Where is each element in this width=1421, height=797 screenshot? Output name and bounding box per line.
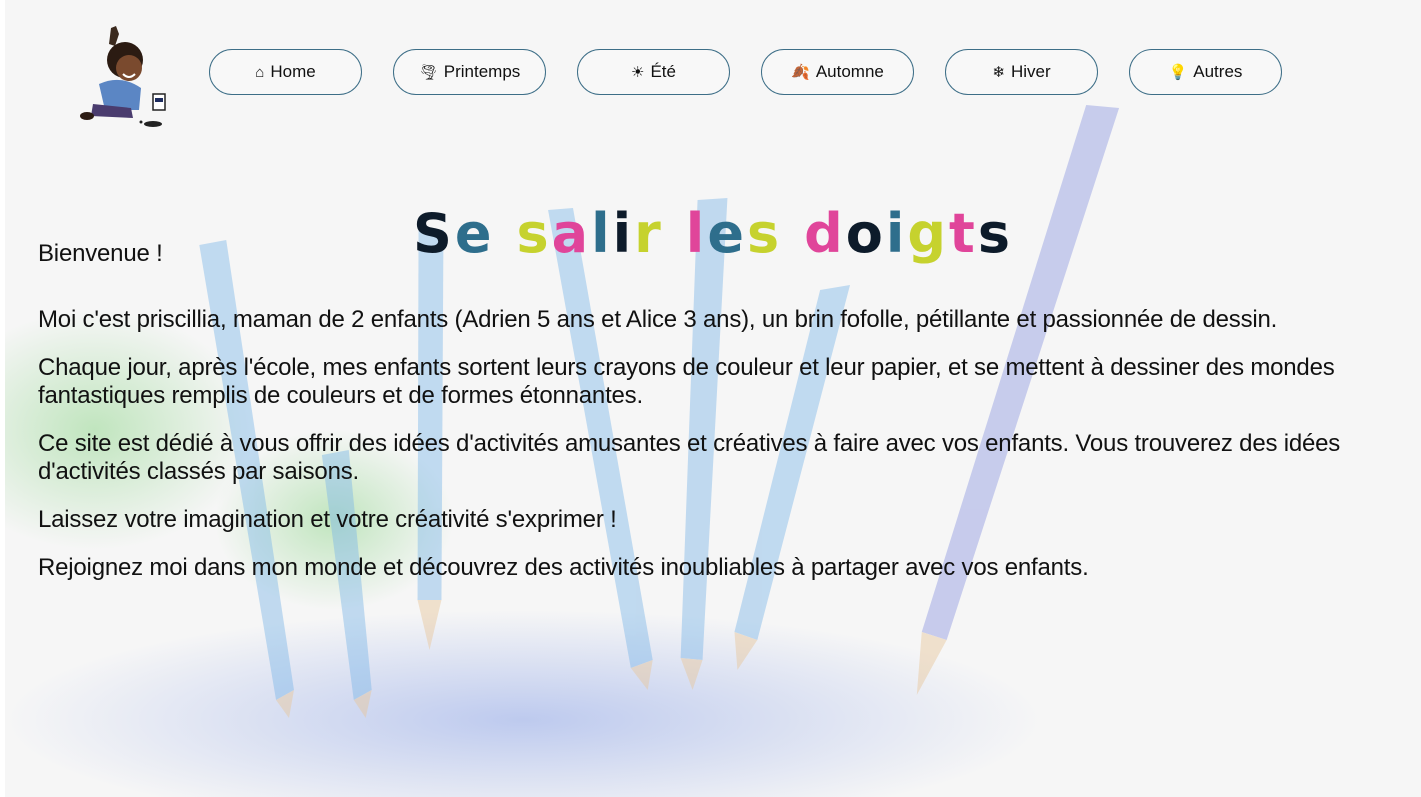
lightbulb-icon: 💡 (1168, 63, 1188, 81)
nav-label: Été (650, 62, 676, 81)
leaf-icon: 🍂 (791, 63, 810, 81)
sun-icon: ☀ (631, 63, 645, 81)
nav-autres-button[interactable]: 💡 Autres (1129, 49, 1282, 95)
paragraph: Ce site est dédié à vous offrir des idée… (38, 430, 1341, 485)
paragraph: Chaque jour, après l'école, mes enfants … (38, 354, 1335, 409)
nav-home-button[interactable]: ⌂ Home (209, 49, 362, 95)
paragraph: Moi c'est priscillia, maman de 2 enfants… (38, 306, 1278, 333)
nav-automne-button[interactable]: 🍂 Automne (761, 49, 914, 95)
paragraph: Laissez votre imagination et votre créat… (38, 506, 617, 533)
paragraph: Rejoignez moi dans mon monde et découvre… (38, 554, 1089, 581)
nav-printemps-button[interactable]: 🌪 Printemps (393, 49, 546, 95)
nav-label: Hiver (1010, 62, 1051, 81)
nav-hiver-button[interactable]: ❄ Hiver (945, 49, 1098, 95)
greeting: Bienvenue ! (38, 240, 163, 267)
nav-label: Home (270, 62, 316, 81)
nav-label: Printemps (443, 62, 521, 81)
intro-text: Bienvenue ! Moi c'est priscillia, maman … (38, 240, 1408, 602)
site-header: ⌂ Home 🌪 Printemps ☀ Été 🍂 Automne ❄ Hiv… (5, 0, 1421, 140)
home-icon: ⌂ (255, 63, 265, 81)
snowflake-icon: ❄ (992, 63, 1005, 81)
nav-ete-button[interactable]: ☀ Été (577, 49, 730, 95)
nav-label: Automne (815, 62, 884, 81)
nav-label: Autres (1193, 62, 1243, 81)
main-nav: ⌂ Home 🌪 Printemps ☀ Été 🍂 Automne ❄ Hiv… (209, 49, 1282, 95)
page: ⌂ Home 🌪 Printemps ☀ Été 🍂 Automne ❄ Hiv… (0, 0, 1421, 797)
flower-icon: 🌪 (418, 63, 438, 81)
site-logo[interactable] (71, 24, 175, 134)
